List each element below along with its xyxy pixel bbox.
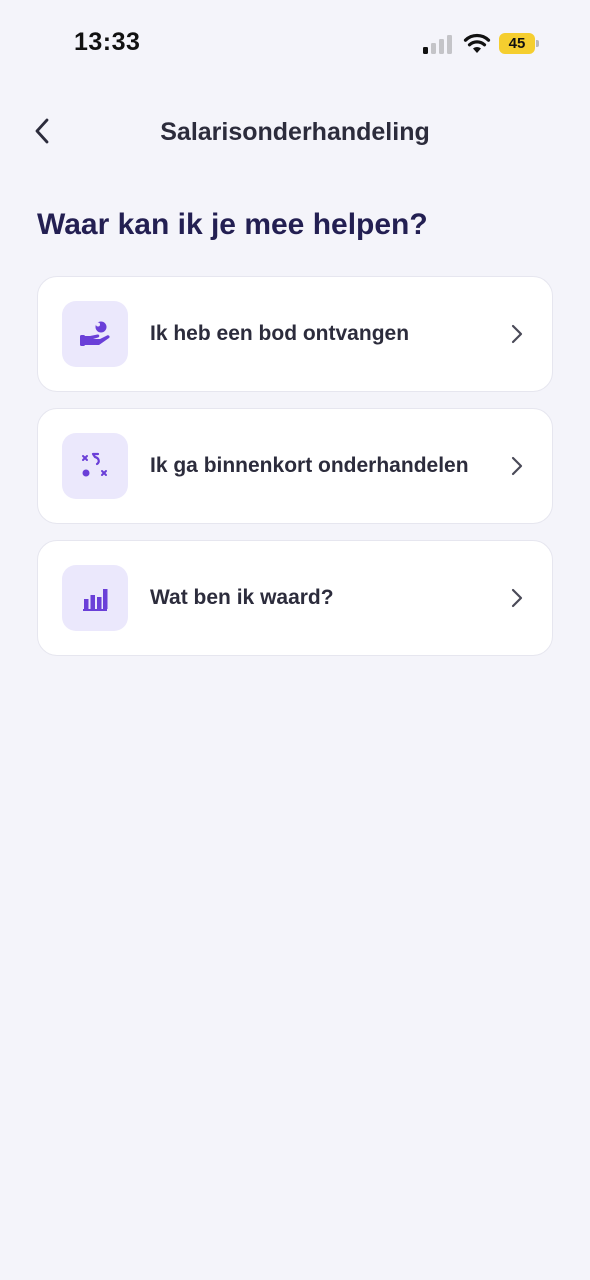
chevron-right-icon	[511, 324, 523, 344]
option-icon-tile	[62, 301, 128, 367]
battery-level: 45	[499, 33, 535, 54]
battery-cap	[536, 40, 539, 47]
battery-icon: 45	[499, 33, 539, 54]
option-icon-tile	[62, 433, 128, 499]
status-bar: 13:33 45	[0, 0, 590, 90]
chevron-right-icon	[511, 588, 523, 608]
option-card-offer-received[interactable]: Ik heb een bod ontvangen	[37, 276, 553, 392]
page-title: Salarisonderhandeling	[160, 118, 430, 146]
section-heading: Waar kan ik je mee helpen?	[37, 208, 428, 241]
strategy-icon	[82, 452, 107, 477]
option-label: Ik ga binnenkort onderhandelen	[150, 454, 469, 477]
nav-header: Salarisonderhandeling	[0, 106, 590, 158]
chevron-right-icon	[511, 456, 523, 476]
option-card-negotiate-soon[interactable]: Ik ga binnenkort onderhandelen	[37, 408, 553, 524]
option-icon-tile	[62, 565, 128, 631]
bar-chart-icon	[83, 589, 108, 611]
status-time: 13:33	[74, 28, 141, 56]
wifi-icon	[463, 33, 491, 53]
option-label: Wat ben ik waard?	[150, 586, 334, 609]
option-label: Ik heb een bod ontvangen	[150, 322, 410, 345]
cellular-signal-icon	[423, 35, 452, 54]
option-card-market-value[interactable]: Wat ben ik waard?	[37, 540, 553, 656]
hand-offer-icon	[80, 321, 110, 346]
